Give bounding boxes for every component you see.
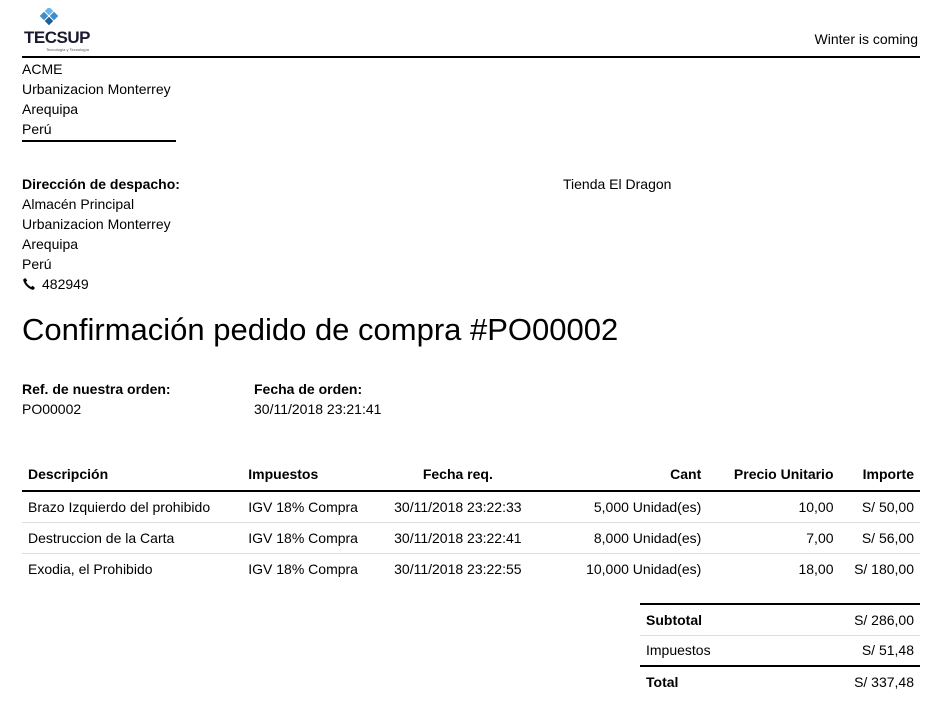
shipping-country: Perú bbox=[22, 256, 52, 272]
column-header: Impuestos bbox=[242, 458, 369, 492]
shipping-address: Dirección de despacho: Almacén Principal… bbox=[22, 174, 180, 294]
cell-date: 30/11/2018 23:22:33 bbox=[368, 491, 548, 523]
table-row: Destruccion de la Carta IGV 18% Compra 3… bbox=[22, 522, 920, 554]
logo-text: TECSUP bbox=[24, 28, 90, 47]
company-city: Arequipa bbox=[22, 101, 79, 117]
subtotal-label: Subtotal bbox=[640, 603, 785, 635]
order-date-value: 30/11/2018 23:21:41 bbox=[254, 401, 382, 417]
cell-unit-price: 7,00 bbox=[707, 522, 840, 554]
cell-quantity: 5,000 Unidad(es) bbox=[547, 491, 708, 523]
phone-icon bbox=[23, 278, 35, 290]
tax-label: Impuestos bbox=[640, 634, 785, 666]
column-header: Importe bbox=[839, 458, 920, 492]
cell-taxes: IGV 18% Compra bbox=[242, 491, 369, 523]
cell-amount: S/ 56,00 bbox=[839, 522, 920, 554]
tax-value: S/ 51,48 bbox=[784, 634, 920, 666]
shipping-street: Urbanizacion Monterrey bbox=[22, 216, 171, 232]
logo-subtitle: Tecnología y Tecnología bbox=[46, 47, 89, 52]
cell-quantity: 8,000 Unidad(es) bbox=[547, 522, 708, 554]
phone-number: 482949 bbox=[42, 276, 89, 292]
company-logo: TECSUP Tecnología y Tecnología bbox=[24, 8, 90, 52]
company-street: Urbanizacion Monterrey bbox=[22, 81, 171, 97]
order-ref-label: Ref. de nuestra orden: bbox=[22, 381, 171, 397]
cell-amount: S/ 180,00 bbox=[854, 560, 914, 577]
shipping-label: Dirección de despacho: bbox=[22, 176, 180, 192]
company-slogan: Winter is coming bbox=[814, 31, 918, 47]
cell-quantity: 10,000 Unidad(es) bbox=[586, 560, 702, 577]
total-value: S/ 337,48 bbox=[784, 665, 920, 697]
cell-unit-price: 18,00 bbox=[798, 560, 834, 577]
shipping-phone: 482949 bbox=[22, 274, 180, 294]
cell-date: 30/11/2018 23:22:55 bbox=[394, 560, 522, 577]
total-label: Total bbox=[640, 665, 785, 697]
column-header: Descripción bbox=[22, 458, 243, 492]
subtotal-value: S/ 286,00 bbox=[784, 603, 920, 635]
table-row: Brazo Izquierdo del prohibido IGV 18% Co… bbox=[22, 491, 920, 523]
cell-amount: S/ 50,00 bbox=[839, 491, 920, 523]
column-header: Cant bbox=[547, 458, 708, 492]
order-ref-value: PO00002 bbox=[22, 401, 82, 417]
cell-description: Exodia, el Prohibido bbox=[28, 560, 153, 577]
company-country: Perú bbox=[22, 121, 52, 137]
column-header: Precio Unitario bbox=[707, 458, 840, 492]
tax-row: Impuestos S/ 51,48 bbox=[640, 634, 920, 666]
cell-unit-price: 10,00 bbox=[707, 491, 840, 523]
totals-table: Subtotal S/ 286,00 Impuestos S/ 51,48 To… bbox=[640, 603, 920, 697]
subtotal-row: Subtotal S/ 286,00 bbox=[640, 603, 920, 635]
cell-description: Brazo Izquierdo del prohibido bbox=[22, 491, 243, 523]
order-date-label: Fecha de orden: bbox=[254, 381, 363, 397]
company-name: ACME bbox=[22, 61, 63, 77]
order-lines-table: Descripción Impuestos Fecha req. Cant Pr… bbox=[22, 458, 920, 584]
order-reference: Ref. de nuestra orden: PO00002 bbox=[22, 379, 171, 419]
shipping-city: Arequipa bbox=[22, 236, 79, 252]
vendor-name: Tienda El Dragon bbox=[563, 176, 672, 192]
column-header: Fecha req. bbox=[368, 458, 548, 492]
total-row: Total S/ 337,48 bbox=[640, 665, 920, 697]
document-title: Confirmación pedido de compra #PO00002 bbox=[22, 312, 619, 347]
table-row: Exodia, el Prohibido IGV 18% Compra 30/1… bbox=[22, 553, 920, 584]
cell-taxes: IGV 18% Compra bbox=[242, 522, 369, 554]
cell-taxes: IGV 18% Compra bbox=[248, 560, 358, 577]
cell-date: 30/11/2018 23:22:41 bbox=[368, 522, 548, 554]
shipping-name: Almacén Principal bbox=[22, 196, 135, 212]
header-divider bbox=[22, 56, 920, 58]
company-address: ACME Urbanizacion Monterrey Arequipa Per… bbox=[22, 59, 176, 142]
cell-description: Destruccion de la Carta bbox=[22, 522, 243, 554]
table-header-row: Descripción Impuestos Fecha req. Cant Pr… bbox=[22, 458, 920, 492]
logo-mark-icon bbox=[39, 8, 59, 26]
order-date: Fecha de orden: 30/11/2018 23:21:41 bbox=[254, 379, 381, 419]
